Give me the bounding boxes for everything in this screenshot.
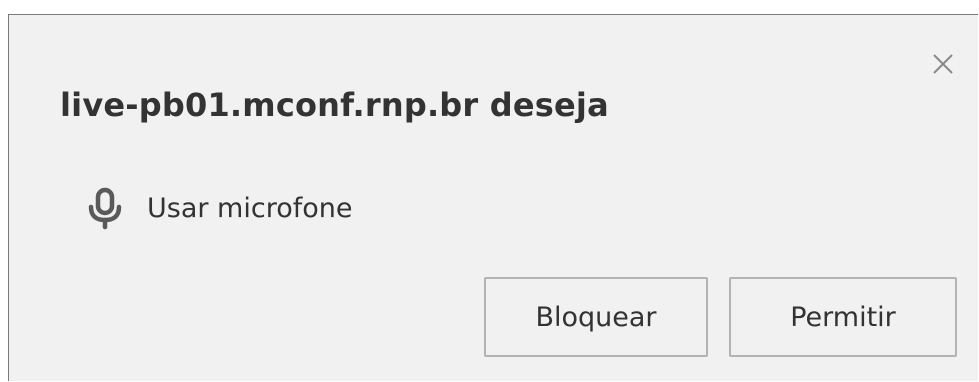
permission-row: Usar microfone: [85, 183, 352, 233]
permission-label: Usar microfone: [147, 192, 353, 224]
close-button[interactable]: [928, 49, 958, 79]
permission-dialog: live-pb01.mconf.rnp.br deseja Usar micro…: [8, 14, 978, 381]
close-icon: [933, 54, 953, 74]
microphone-icon: [85, 183, 135, 233]
allow-button[interactable]: Permitir: [729, 277, 957, 357]
dialog-title: live-pb01.mconf.rnp.br deseja: [60, 86, 609, 124]
block-button[interactable]: Bloquear: [484, 277, 708, 357]
